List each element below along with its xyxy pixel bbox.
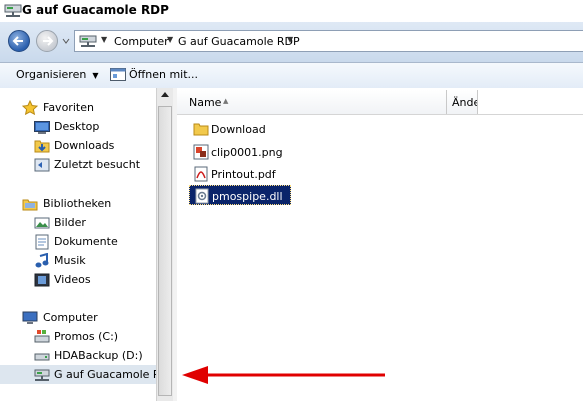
network-drive-icon [4, 4, 22, 17]
breadcrumb-separator[interactable]: ▼ [167, 35, 173, 44]
annotation-arrow [182, 366, 385, 384]
file-name: clip0001.png [211, 146, 283, 159]
nav-item-label: Dokumente [54, 235, 118, 248]
nav-item-drive-d[interactable]: HDABackup (D:) [0, 346, 157, 365]
scrollbar-thumb[interactable] [158, 106, 172, 396]
nav-item-label: Downloads [54, 139, 115, 152]
column-header-name[interactable]: Name ▲ [177, 90, 447, 114]
nav-item-label: Promos (C:) [54, 330, 119, 343]
music-icon [35, 253, 49, 268]
sort-ascending-icon: ▲ [223, 97, 229, 105]
nav-item-label: Bilder [54, 216, 86, 229]
nav-item-label: Zuletzt besucht [54, 158, 141, 171]
address-bar[interactable]: ▼ Computer ▼ G auf Guacamole RDP ▼ [74, 30, 583, 52]
downloads-folder-icon [34, 140, 50, 153]
arrow-right-icon [43, 36, 54, 46]
file-name: pmospipe.dll [212, 190, 283, 203]
nav-computer-label: Computer [43, 311, 98, 324]
column-header-changed[interactable]: Ände [448, 90, 481, 114]
arrow-left-icon [12, 36, 23, 46]
nav-libraries-label: Bibliotheken [43, 197, 112, 210]
nav-item-drive-c[interactable]: Promos (C:) [0, 327, 157, 346]
breadcrumb-current[interactable]: G auf Guacamole RDP [178, 35, 300, 48]
open-with-icon [110, 68, 126, 81]
desktop-icon [34, 121, 50, 134]
system-drive-icon [34, 330, 50, 343]
folder-icon [193, 123, 209, 136]
drive-icon [34, 353, 50, 361]
nav-item-documents[interactable]: Dokumente [0, 232, 157, 251]
forward-button[interactable] [36, 30, 58, 52]
network-drive-icon [34, 369, 50, 381]
navigation-scrollbar[interactable] [156, 88, 173, 401]
nav-favorites-label: Favoriten [43, 101, 94, 114]
nav-item-label: Desktop [54, 120, 100, 133]
nav-item-desktop[interactable]: Desktop [0, 117, 157, 136]
nav-favorites[interactable]: Favoriten [0, 98, 157, 117]
nav-item-music[interactable]: Musik [0, 251, 157, 270]
png-file-icon [193, 144, 209, 160]
libraries-icon [22, 199, 38, 211]
nav-item-guacamole-drive[interactable]: G auf Guacamole RDP [0, 365, 176, 384]
back-button[interactable] [8, 30, 30, 52]
file-list-pane: Name ▲ Ände Download clip0001.png Printo… [177, 88, 583, 401]
command-toolbar: Organisieren ▼ Öffnen mit... [0, 63, 583, 89]
nav-libraries[interactable]: Bibliotheken [0, 194, 157, 213]
nav-item-videos[interactable]: Videos [0, 270, 157, 289]
nav-item-pictures[interactable]: Bilder [0, 213, 157, 232]
nav-computer[interactable]: Computer [0, 308, 157, 327]
nav-item-recent[interactable]: Zuletzt besucht [0, 155, 157, 174]
file-item-dll[interactable]: pmospipe.dll [189, 185, 291, 205]
organize-button[interactable]: Organisieren ▼ [16, 68, 98, 81]
documents-icon [35, 234, 49, 250]
breadcrumb-separator[interactable]: ▼ [101, 35, 107, 44]
pdf-file-icon [194, 166, 208, 182]
recent-places-icon [34, 158, 50, 172]
pictures-icon [34, 217, 50, 229]
star-icon [22, 100, 38, 116]
column-changed-label: Ände [452, 96, 481, 109]
file-name: Printout.pdf [211, 168, 276, 181]
column-header: Name ▲ Ände [177, 90, 583, 115]
breadcrumb-separator[interactable]: ▼ [287, 35, 293, 44]
scroll-up-icon[interactable] [161, 92, 169, 97]
history-dropdown-icon[interactable] [62, 37, 70, 45]
chevron-down-icon: ▼ [92, 71, 99, 80]
network-drive-icon [79, 35, 97, 47]
nav-item-label: HDABackup (D:) [54, 349, 143, 362]
videos-icon [34, 273, 50, 287]
nav-item-downloads[interactable]: Downloads [0, 136, 157, 155]
address-row: ▼ Computer ▼ G auf Guacamole RDP ▼ [0, 22, 583, 63]
column-name-label: Name [189, 96, 222, 109]
nav-item-label: Musik [54, 254, 86, 267]
computer-icon [22, 311, 38, 324]
window-title: G auf Guacamole RDP [22, 3, 169, 17]
file-name: Download [211, 123, 266, 136]
dll-file-icon [195, 188, 209, 204]
open-with-button[interactable]: Öffnen mit... [129, 68, 198, 81]
title-bar: G auf Guacamole RDP [0, 0, 583, 22]
navigation-pane: Favoriten Desktop Downloads Zuletzt besu… [0, 88, 176, 401]
breadcrumb-computer[interactable]: Computer [114, 35, 169, 48]
organize-label: Organisieren [16, 68, 87, 81]
nav-item-label: Videos [54, 273, 91, 286]
column-header-empty [477, 90, 583, 114]
